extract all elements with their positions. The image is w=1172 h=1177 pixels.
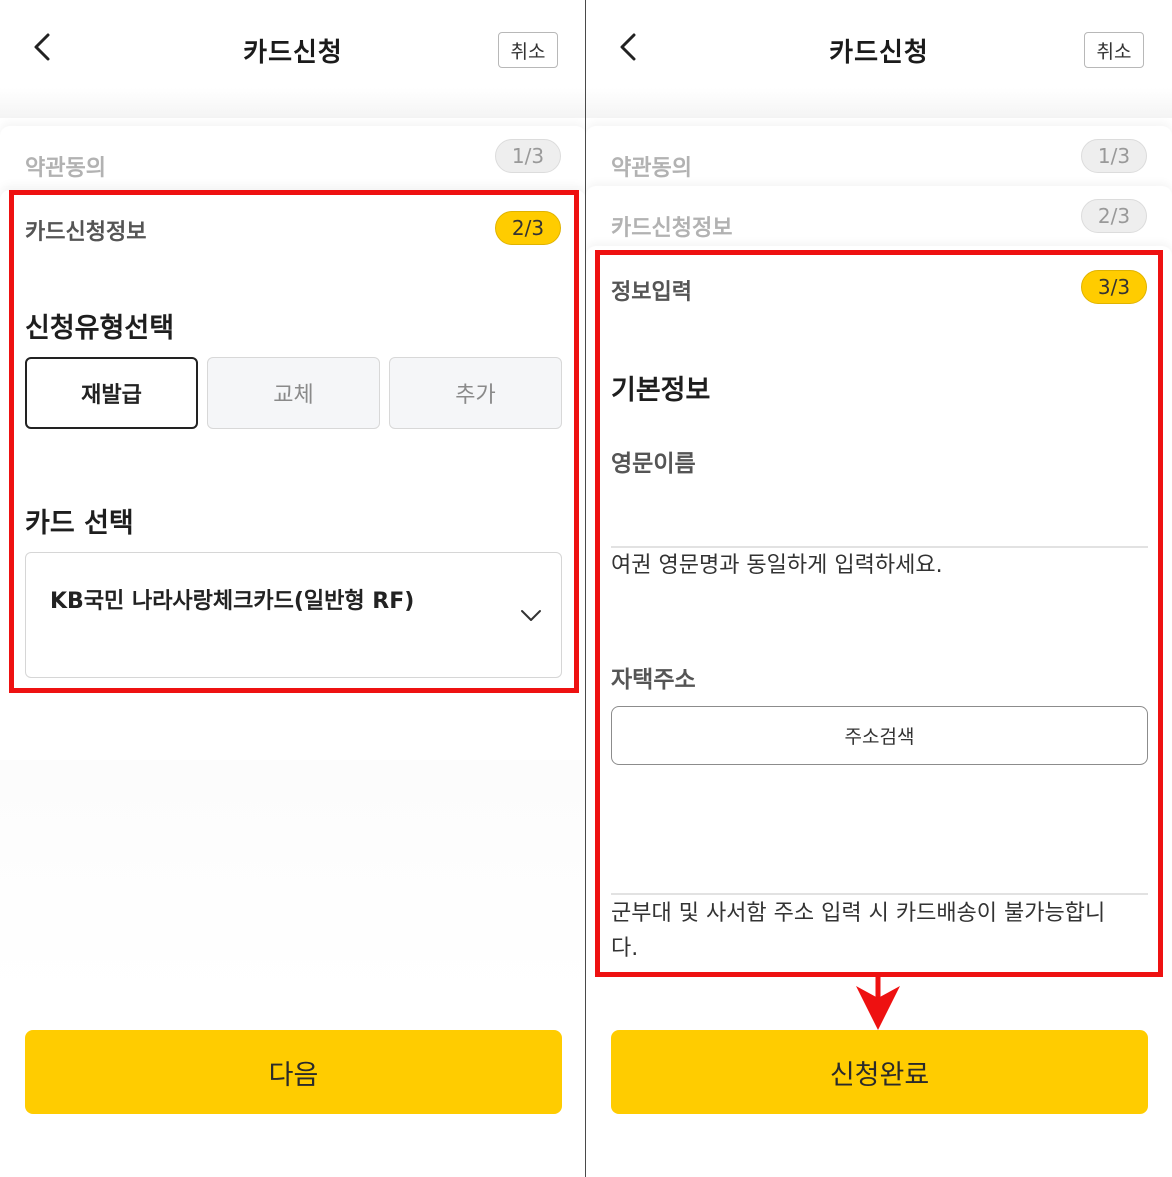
address-search-button[interactable]: 주소검색 [611, 706, 1148, 765]
address-input[interactable] [611, 780, 1148, 892]
card-section-title: 카드 선택 [25, 508, 134, 539]
complete-button[interactable]: 신청완료 [611, 1030, 1148, 1114]
address-help: 군부대 및 사서함 주소 입력 시 카드배송이 불가능합니 다. [611, 896, 1141, 966]
address-underline [611, 893, 1148, 895]
bottom-area [0, 760, 586, 1000]
header-shadow [0, 88, 586, 118]
address-help-line-1: 군부대 및 사서함 주소 입력 시 카드배송이 불가능합니 [611, 901, 1106, 926]
step-badge: 1/3 [495, 139, 561, 173]
next-button[interactable]: 다음 [25, 1030, 562, 1114]
type-option-reissue[interactable]: 재발급 [25, 357, 198, 429]
step-label: 약관동의 [25, 156, 106, 181]
card-select-dropdown[interactable]: KB국민 나라사랑체크카드(일반형 RF) [25, 552, 562, 678]
step-badge: 2/3 [1081, 199, 1147, 233]
step-label: 약관동의 [611, 156, 692, 181]
type-section-title: 신청유형선택 [25, 313, 175, 344]
step-card-info[interactable]: 카드신청정보 2/3 [586, 186, 1172, 246]
step-label: 카드신청정보 [25, 220, 147, 245]
english-name-label: 영문이름 [611, 451, 696, 477]
step-label: 카드신청정보 [611, 216, 733, 241]
type-option-replace[interactable]: 교체 [207, 357, 380, 429]
step-terms[interactable]: 약관동의 1/3 [0, 126, 586, 186]
right-screen: 카드신청 취소 약관동의 1/3 카드신청정보 2/3 정보입력 3/3 기본정… [586, 0, 1172, 1177]
type-option-add[interactable]: 추가 [389, 357, 562, 429]
left-screen: 카드신청 취소 약관동의 1/3 카드신청정보 2/3 신청유형선택 재발급 교… [0, 0, 586, 1177]
basic-info-title: 기본정보 [611, 375, 711, 406]
address-help-line-2: 다. [611, 936, 639, 961]
header: 카드신청 취소 [586, 0, 1172, 100]
step-badge: 1/3 [1081, 139, 1147, 173]
address-label: 자택주소 [611, 667, 696, 693]
header-shadow [586, 88, 1172, 118]
header: 카드신청 취소 [0, 0, 586, 100]
cancel-button[interactable]: 취소 [498, 32, 558, 68]
step-label: 정보입력 [611, 280, 692, 305]
arrow-down-icon [856, 974, 900, 1030]
step-badge: 3/3 [1081, 270, 1147, 304]
english-name-input[interactable] [611, 490, 1148, 546]
cancel-button[interactable]: 취소 [1084, 32, 1144, 68]
step-terms[interactable]: 약관동의 1/3 [586, 126, 1172, 186]
step-badge: 2/3 [495, 211, 561, 245]
chevron-down-icon [521, 610, 541, 621]
selected-card: KB국민 나라사랑체크카드(일반형 RF) [50, 589, 415, 614]
english-name-help: 여권 영문명과 동일하게 입력하세요. [611, 553, 943, 578]
